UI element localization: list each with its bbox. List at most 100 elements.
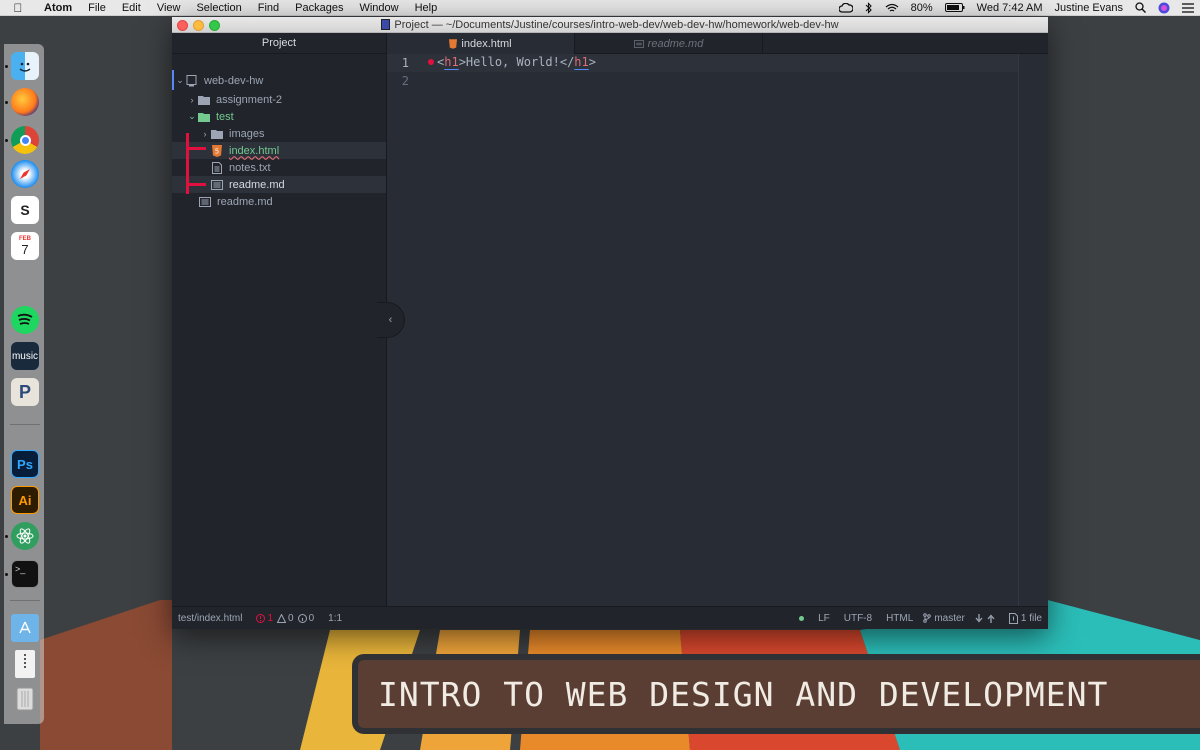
tab-index-html[interactable]: index.html — [387, 33, 575, 54]
user-name[interactable]: Justine Evans — [1049, 2, 1129, 14]
encoding-selector[interactable]: UTF-8 — [844, 613, 872, 624]
git-pull-icon[interactable] — [975, 613, 983, 623]
git-branch-icon — [923, 613, 932, 623]
error-icon — [256, 613, 266, 623]
tree-item-test[interactable]: ⌄ test — [172, 108, 386, 125]
code-token-text: Hello, World! — [465, 55, 560, 69]
menu-bar:  Atom File Edit View Selection Find Pac… — [0, 0, 1200, 16]
safari-icon[interactable] — [11, 160, 39, 188]
tree-view: Project ⌄ web-dev-hw › assignment-2 ⌄ te… — [172, 33, 387, 606]
battery-percent[interactable]: 80% — [905, 2, 939, 14]
archive-icon[interactable] — [15, 650, 35, 678]
tree-item-label: readme.md — [217, 195, 273, 208]
tab-label: index.html — [461, 37, 512, 50]
tree-item-label: index.html — [229, 144, 280, 157]
firefox-icon[interactable] — [11, 88, 39, 116]
close-window-button[interactable] — [177, 20, 188, 31]
atom-icon[interactable] — [11, 522, 39, 550]
line-ending-selector[interactable]: LF — [818, 613, 830, 624]
menu-file[interactable]: File — [80, 2, 114, 14]
document-icon — [381, 19, 391, 30]
folder-icon — [197, 93, 210, 106]
dock-separator — [10, 424, 40, 425]
info-count: 0 — [308, 612, 315, 624]
running-indicator — [5, 535, 8, 538]
trash-icon[interactable] — [11, 684, 39, 712]
tree-item-label: images — [229, 127, 265, 140]
minimize-window-button[interactable] — [193, 20, 204, 31]
maximize-window-button[interactable] — [209, 20, 220, 31]
markdown-file-icon — [633, 39, 644, 48]
photoshop-icon[interactable]: Ps — [11, 450, 39, 478]
atom-window: Project — ~/Documents/Justine/courses/in… — [172, 17, 1048, 629]
creative-cloud-icon[interactable] — [833, 2, 859, 13]
pandora-icon[interactable]: P — [11, 378, 39, 406]
code-token: </ — [559, 55, 575, 69]
folder-icon — [210, 127, 223, 140]
spotlight-search-icon[interactable] — [1129, 2, 1152, 13]
linter-status[interactable]: 1 0 0 — [256, 613, 314, 624]
git-branch[interactable]: master — [923, 613, 965, 624]
menu-selection[interactable]: Selection — [188, 2, 249, 14]
tree-item-index-html[interactable]: 5 index.html — [172, 142, 386, 159]
menu-app-name[interactable]: Atom — [36, 2, 80, 14]
html5-file-icon: 5 — [210, 144, 223, 157]
tree-view-header: Project — [172, 33, 386, 54]
title-banner: INTRO TO WEB DESIGN AND DEVELOPMENT — [352, 654, 1200, 734]
menu-help[interactable]: Help — [407, 2, 446, 14]
tree-item-label: readme.md — [229, 178, 285, 191]
chevron-down-icon: ⌄ — [176, 75, 184, 85]
status-file-path[interactable]: test/index.html — [178, 613, 242, 624]
spotify-icon[interactable] — [11, 306, 39, 334]
linter-error-marker[interactable] — [428, 59, 434, 65]
warning-icon — [277, 613, 287, 623]
menu-find[interactable]: Find — [250, 2, 287, 14]
apple-menu-icon[interactable]:  — [0, 1, 36, 15]
clock[interactable]: Wed 7:42 AM — [971, 2, 1049, 14]
cursor-position[interactable]: 1:1 — [328, 613, 342, 624]
window-title: Project — ~/Documents/Justine/courses/in… — [394, 18, 839, 31]
tree-item-assignment-2[interactable]: › assignment-2 — [172, 91, 386, 108]
grammar-selector[interactable]: HTML — [886, 613, 913, 624]
menu-window[interactable]: Window — [351, 2, 406, 14]
dock: S FEB 7 music P Ps Ai >_ — [4, 44, 44, 724]
applications-folder-icon[interactable] — [11, 614, 39, 642]
illustrator-label: Ai — [18, 492, 32, 508]
tree-root-web-dev-hw[interactable]: ⌄ web-dev-hw — [172, 72, 386, 89]
calendar-day: 7 — [21, 241, 29, 257]
markdown-file-icon — [198, 195, 211, 208]
finder-icon[interactable] — [11, 52, 39, 80]
running-indicator — [5, 65, 8, 68]
github-changed-files[interactable]: 1 file — [1008, 612, 1042, 624]
annotation-bracket-top — [186, 147, 206, 150]
banner-title: INTRO TO WEB DESIGN AND DEVELOPMENT — [378, 674, 1109, 714]
file-diff-icon — [1008, 612, 1018, 624]
code-editor[interactable]: 1 2 <h1>Hello, World!</h1> — [387, 54, 1048, 606]
calendar-icon[interactable]: FEB 7 — [11, 232, 39, 260]
tree-item-readme-md[interactable]: readme.md — [172, 193, 386, 210]
chevron-left-icon: ‹ — [388, 314, 393, 326]
window-titlebar[interactable]: Project — ~/Documents/Justine/courses/in… — [172, 17, 1048, 33]
git-push-icon[interactable] — [987, 614, 995, 623]
amazon-music-label: music — [11, 350, 39, 362]
menu-edit[interactable]: Edit — [114, 2, 149, 14]
tree-item-notes-txt[interactable]: notes.txt — [172, 159, 386, 176]
markdown-file-icon — [210, 178, 223, 191]
git-status-icon — [799, 615, 805, 621]
illustrator-icon[interactable]: Ai — [11, 486, 39, 514]
terminal-icon[interactable]: >_ — [11, 560, 39, 588]
notification-center-icon[interactable] — [1176, 2, 1200, 13]
menu-view[interactable]: View — [149, 2, 189, 14]
bluetooth-icon[interactable] — [859, 1, 879, 14]
slack-icon[interactable]: S — [11, 196, 39, 224]
wifi-icon[interactable] — [879, 3, 905, 13]
tree-item-images[interactable]: › images — [172, 125, 386, 142]
chrome-icon[interactable] — [11, 126, 39, 154]
siri-icon[interactable] — [1152, 2, 1176, 14]
amazon-music-icon[interactable]: music — [11, 342, 39, 370]
menu-packages[interactable]: Packages — [287, 2, 351, 14]
tab-label: readme.md — [647, 37, 704, 50]
git-branch-name: master — [934, 612, 965, 624]
battery-icon[interactable] — [939, 3, 971, 12]
tab-readme-md[interactable]: readme.md — [575, 33, 763, 54]
